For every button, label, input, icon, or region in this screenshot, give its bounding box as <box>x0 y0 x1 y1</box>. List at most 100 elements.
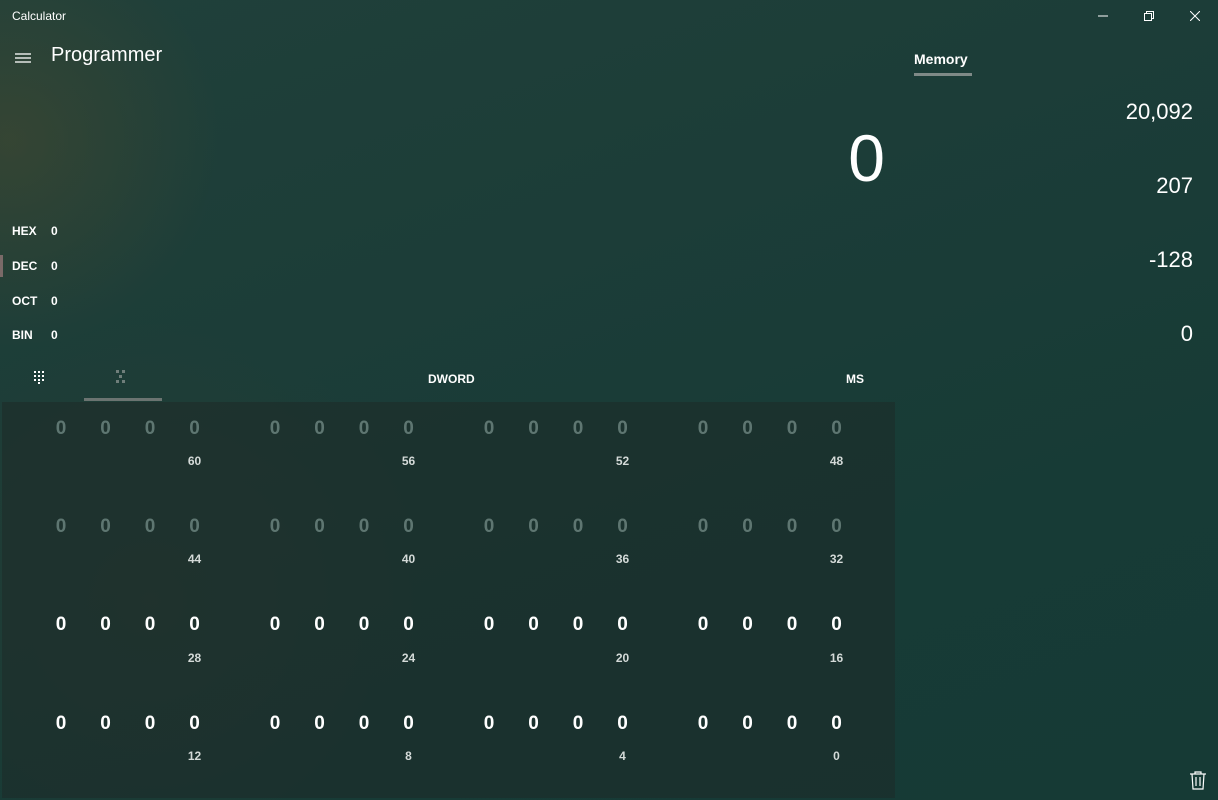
active-tab-underline <box>84 398 162 401</box>
bit-toggle[interactable]: 0 <box>263 515 287 539</box>
bit-toggle[interactable]: 0 <box>522 712 546 736</box>
bit-toggle[interactable]: 0 <box>780 417 804 441</box>
bit-toggle[interactable]: 0 <box>49 613 73 637</box>
bit-toggle[interactable]: 0 <box>49 712 73 736</box>
bit-toggle[interactable]: 0 <box>138 515 162 539</box>
bit-toggle[interactable]: 0 <box>183 417 207 441</box>
bit-toggle[interactable]: 0 <box>138 613 162 637</box>
bit-toggle[interactable]: 0 <box>94 515 118 539</box>
bit-toggle[interactable]: 0 <box>397 712 421 736</box>
bit-toggle[interactable]: 0 <box>522 417 546 441</box>
bit-toggle[interactable]: 0 <box>94 712 118 736</box>
memory-store-button[interactable]: MS <box>846 372 864 386</box>
word-size-button[interactable]: DWORD <box>428 372 475 386</box>
bit-toggle[interactable]: 0 <box>691 417 715 441</box>
radix-dec[interactable]: DEC 0 <box>0 253 400 279</box>
bit-toggle[interactable]: 0 <box>352 417 376 441</box>
mode-title: Programmer <box>51 44 163 66</box>
bit-toggle[interactable]: 0 <box>566 417 590 441</box>
bit-toggle[interactable]: 0 <box>691 712 715 736</box>
radix-label: BIN <box>12 328 33 342</box>
bit-toggle[interactable]: 0 <box>611 515 635 539</box>
bit-position-label: 24 <box>401 651 416 665</box>
bit-toggle[interactable]: 0 <box>611 613 635 637</box>
bit-toggle[interactable]: 0 <box>566 613 590 637</box>
bit-toggle[interactable]: 0 <box>352 613 376 637</box>
bit-toggle[interactable]: 0 <box>691 613 715 637</box>
bit-toggle[interactable]: 0 <box>691 515 715 539</box>
bit-toggle[interactable]: 0 <box>736 613 760 637</box>
bit-toggle[interactable]: 0 <box>183 515 207 539</box>
bit-toggle[interactable]: 0 <box>138 712 162 736</box>
memory-tab[interactable]: Memory <box>914 51 968 67</box>
bit-toggle[interactable]: 0 <box>183 712 207 736</box>
bit-toggle[interactable]: 0 <box>566 712 590 736</box>
bit-toggle[interactable]: 0 <box>352 712 376 736</box>
restore-button[interactable] <box>1126 0 1172 32</box>
bit-position-label: 32 <box>829 552 844 566</box>
keypad-tab[interactable] <box>33 369 53 389</box>
main-display: 0 <box>848 121 885 195</box>
minimize-button[interactable] <box>1080 0 1126 32</box>
trash-icon <box>1190 771 1206 790</box>
bit-toggle[interactable]: 0 <box>308 515 332 539</box>
bit-toggle[interactable]: 0 <box>522 613 546 637</box>
bit-position-label: 52 <box>615 454 630 468</box>
memory-item[interactable]: 0 <box>1181 321 1193 347</box>
clear-memory-button[interactable] <box>1188 770 1208 790</box>
radix-value: 0 <box>51 224 58 238</box>
bit-toggle[interactable]: 0 <box>263 417 287 441</box>
radix-hex[interactable]: HEX 0 <box>0 218 400 244</box>
bit-toggle[interactable]: 0 <box>780 613 804 637</box>
bit-toggle[interactable]: 0 <box>263 712 287 736</box>
minimize-icon <box>1098 15 1108 17</box>
radix-bin[interactable]: BIN 0 <box>0 322 400 348</box>
bit-toggle[interactable]: 0 <box>397 417 421 441</box>
app-title: Calculator <box>12 9 67 23</box>
bit-toggle[interactable]: 0 <box>183 613 207 637</box>
bit-toggle[interactable]: 0 <box>49 515 73 539</box>
bit-toggle[interactable]: 0 <box>94 613 118 637</box>
bit-toggle[interactable]: 0 <box>308 613 332 637</box>
bit-toggle[interactable]: 0 <box>308 417 332 441</box>
bit-toggle[interactable]: 0 <box>825 515 849 539</box>
bit-toggle[interactable]: 0 <box>566 515 590 539</box>
bit-toggle[interactable]: 0 <box>477 417 501 441</box>
bit-toggle[interactable]: 0 <box>397 515 421 539</box>
menu-button[interactable] <box>14 50 34 66</box>
bit-toggle[interactable]: 0 <box>138 417 162 441</box>
keypad-icon <box>34 371 44 384</box>
close-button[interactable] <box>1172 0 1218 32</box>
bit-toggle[interactable]: 0 <box>94 417 118 441</box>
bit-toggle[interactable]: 0 <box>263 613 287 637</box>
bit-toggle[interactable]: 0 <box>397 613 421 637</box>
bit-toggle[interactable]: 0 <box>308 712 332 736</box>
bit-toggle-tab[interactable] <box>114 369 132 387</box>
bit-toggle[interactable]: 0 <box>352 515 376 539</box>
radix-oct[interactable]: OCT 0 <box>0 288 400 314</box>
bit-toggle[interactable]: 0 <box>477 712 501 736</box>
bit-toggle[interactable]: 0 <box>477 515 501 539</box>
bit-toggle[interactable]: 0 <box>736 712 760 736</box>
bit-position-label: 16 <box>829 651 844 665</box>
bit-position-label: 8 <box>405 749 412 763</box>
bit-toggle[interactable]: 0 <box>611 417 635 441</box>
memory-item[interactable]: 207 <box>1156 173 1193 199</box>
bit-toggle[interactable]: 0 <box>736 515 760 539</box>
bit-toggle[interactable]: 0 <box>825 613 849 637</box>
bit-toggle[interactable]: 0 <box>611 712 635 736</box>
bit-toggle[interactable]: 0 <box>825 712 849 736</box>
bit-toggle[interactable]: 0 <box>780 712 804 736</box>
close-icon <box>1190 11 1200 21</box>
memory-item[interactable]: -128 <box>1149 247 1193 273</box>
bit-toggle[interactable]: 0 <box>736 417 760 441</box>
radix-value: 0 <box>51 328 58 342</box>
bit-toggle[interactable]: 0 <box>477 613 501 637</box>
bit-toggle-icon <box>116 370 125 383</box>
bit-toggle[interactable]: 0 <box>825 417 849 441</box>
bit-toggle[interactable]: 0 <box>780 515 804 539</box>
bit-position-label: 4 <box>619 749 626 763</box>
bit-toggle[interactable]: 0 <box>522 515 546 539</box>
memory-item[interactable]: 20,092 <box>1126 99 1193 125</box>
bit-toggle[interactable]: 0 <box>49 417 73 441</box>
